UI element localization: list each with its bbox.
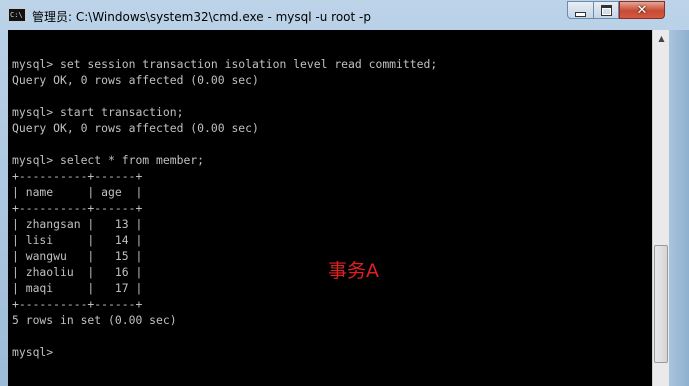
console-line: | zhaoliu | 16 |	[12, 265, 143, 279]
console-line: | wangwu | 15 |	[12, 249, 143, 263]
scrollbar-thumb[interactable]	[654, 245, 668, 363]
console-line: Query OK, 0 rows affected (0.00 sec)	[12, 121, 259, 135]
window-title: 管理员: C:\Windows\system32\cmd.exe - mysql…	[32, 10, 371, 24]
scroll-up-arrow-icon[interactable]: ▲	[653, 30, 670, 47]
console-line: | name | age |	[12, 185, 143, 199]
console-line: +----------+------+	[12, 169, 143, 183]
maximize-button[interactable]	[593, 1, 619, 19]
title-bar[interactable]: C:\ 管理员: C:\Windows\system32\cmd.exe - m…	[0, 0, 689, 30]
console-line: +----------+------+	[12, 297, 143, 311]
cmd-window: C:\ 管理员: C:\Windows\system32\cmd.exe - m…	[0, 0, 689, 386]
console-line: | lisi | 14 |	[12, 233, 143, 247]
console-text: mysql> set session transaction isolation…	[8, 30, 652, 360]
console-line: | maqi | 17 |	[12, 281, 143, 295]
console-output[interactable]: mysql> set session transaction isolation…	[8, 30, 652, 386]
console-line: | zhangsan | 13 |	[12, 217, 143, 231]
maximize-icon	[600, 4, 612, 16]
console-line: Query OK, 0 rows affected (0.00 sec)	[12, 73, 259, 87]
console-line: mysql>	[12, 345, 54, 359]
vertical-scrollbar[interactable]: ▲	[652, 30, 670, 386]
close-button[interactable]: ✕	[619, 1, 665, 19]
window-frame-right	[669, 30, 689, 386]
console-line: mysql> set session transaction isolation…	[12, 57, 438, 71]
minimize-button[interactable]	[567, 1, 594, 19]
close-icon: ✕	[636, 2, 648, 18]
cmd-app-icon[interactable]: C:\	[8, 8, 26, 22]
transaction-a-annotation: 事务A	[328, 260, 379, 282]
console-line: mysql> select * from member;	[12, 153, 205, 167]
console-line: +----------+------+	[12, 201, 143, 215]
minimize-icon	[575, 11, 586, 17]
console-line: mysql> start transaction;	[12, 105, 184, 119]
console-line: 5 rows in set (0.00 sec)	[12, 313, 177, 327]
